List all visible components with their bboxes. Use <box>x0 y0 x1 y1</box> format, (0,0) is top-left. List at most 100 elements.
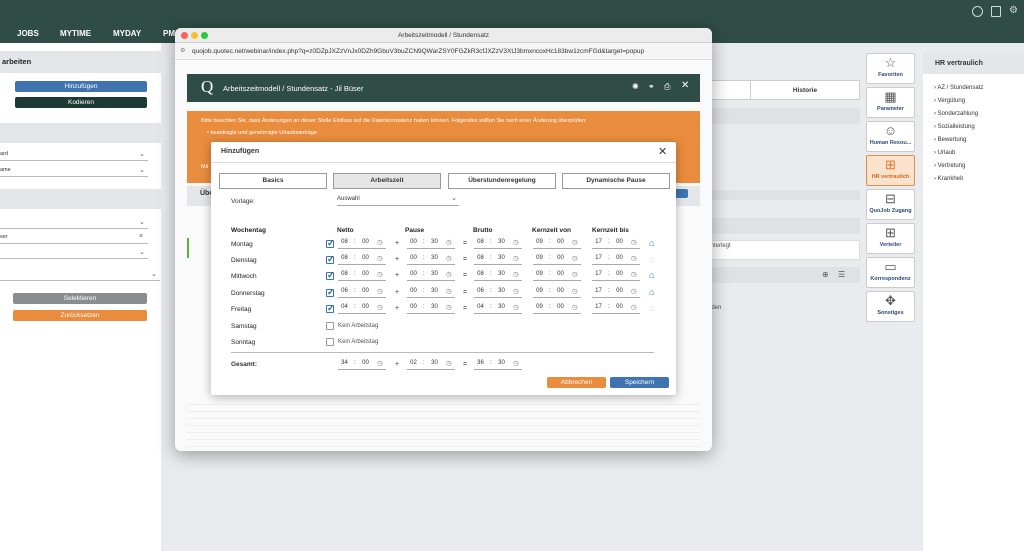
hr-menu-item-sonderzahlung[interactable]: › Sonderzahlung <box>934 108 983 121</box>
clock-icon[interactable]: ◷ <box>513 303 519 311</box>
list-icon[interactable]: ☰ <box>838 270 845 279</box>
clock-icon[interactable]: ◷ <box>572 287 578 295</box>
clock-icon[interactable]: ◷ <box>446 303 452 311</box>
pause-field[interactable]: 00:30 ◷ <box>407 239 455 249</box>
sidebar-item-favorites[interactable]: ☆ Favoriten <box>866 53 915 84</box>
clock-icon[interactable]: ◷ <box>572 303 578 311</box>
core-to-field[interactable]: 17:00 ◷ <box>592 288 640 298</box>
clock-icon[interactable]: ◷ <box>446 287 452 295</box>
core-to-field[interactable]: 17:00 ◷ <box>592 255 640 265</box>
core-to-field[interactable]: 17:00 ◷ <box>592 271 640 281</box>
clock-icon[interactable]: ◷ <box>377 254 383 262</box>
brutto-field[interactable]: 04:30 ◷ <box>474 304 522 314</box>
core-from-field[interactable]: 09:00 ◷ <box>533 255 581 265</box>
clock-icon[interactable]: ◷ <box>513 287 519 295</box>
sidebar-item-quojob-access[interactable]: ⊟ QuoJob Zugang <box>866 189 915 220</box>
clock-icon[interactable]: ◷ <box>572 238 578 246</box>
chevron-down-icon[interactable]: ⌄ <box>151 270 157 278</box>
cancel-button[interactable]: Abbrechen <box>547 377 606 388</box>
home-office-icon[interactable]: ⌂ <box>649 255 654 264</box>
day-checkbox[interactable] <box>326 322 334 330</box>
clock-icon[interactable]: ◷ <box>377 287 383 295</box>
hr-menu-item-verguetung[interactable]: › Vergütung <box>934 95 983 108</box>
hr-menu-item-bewertung[interactable]: › Bewertung <box>934 134 983 147</box>
home-office-icon[interactable]: ⌂ <box>649 271 654 280</box>
brutto-field[interactable]: 06:30 ◷ <box>474 288 522 298</box>
day-checkbox[interactable] <box>326 270 335 281</box>
left-field-3[interactable] <box>0 217 148 229</box>
chevron-down-icon[interactable]: ⌄ <box>139 248 145 256</box>
sidebar-item-hr-confidential[interactable]: ⊞ HR vertraulich <box>866 155 915 186</box>
clock-icon[interactable]: ◷ <box>631 303 637 311</box>
sidebar-item-human-resources[interactable]: ☺ Human Resou... <box>866 121 915 152</box>
nav-jobs[interactable]: JOBS <box>17 0 39 43</box>
history-button[interactable]: Historie <box>750 80 860 100</box>
sidebar-item-parameter[interactable]: ▦ Parameter <box>866 87 915 118</box>
left-field-4[interactable]: ser <box>0 232 148 244</box>
clock-icon[interactable]: ◷ <box>377 303 383 311</box>
settings-icon[interactable]: ⚙ <box>1009 5 1018 16</box>
calculator-icon[interactable] <box>991 6 1001 17</box>
day-checkbox[interactable] <box>326 287 335 298</box>
dialog-close-icon[interactable]: ✕ <box>658 145 667 158</box>
reset-button[interactable]: Zurücksetzen <box>13 310 147 321</box>
code-button[interactable]: Kodieren <box>15 97 147 108</box>
url-bar[interactable]: ⚙ quojob.quotec.net/webinar/index.php?q=… <box>175 43 712 60</box>
clock-icon[interactable]: ◷ <box>513 254 519 262</box>
left-field-1[interactable]: ard <box>0 149 148 161</box>
netto-field[interactable]: 04:00 ◷ <box>338 304 386 314</box>
clock-icon[interactable]: ◷ <box>377 238 383 246</box>
left-field-6[interactable] <box>0 269 160 281</box>
home-office-icon[interactable]: ⌂ <box>649 288 654 297</box>
save-button[interactable]: Speichern <box>610 377 669 388</box>
site-settings-icon[interactable]: ⚙ <box>180 43 185 60</box>
tab-ueberstundenregelung[interactable]: Überstundenregelung <box>448 173 556 189</box>
clock-icon[interactable]: ◷ <box>631 287 637 295</box>
clock-icon[interactable]: ◷ <box>446 238 452 246</box>
template-select[interactable]: Auswahl ⌄ <box>337 195 459 206</box>
hr-menu-item-sozialleistung[interactable]: › Sozialleistung <box>934 121 983 134</box>
add-button[interactable]: Hinzufügen <box>15 81 147 92</box>
left-field-5[interactable] <box>0 247 148 259</box>
nav-pm[interactable]: PM <box>163 0 175 43</box>
clock-icon[interactable]: ◷ <box>631 254 637 262</box>
select-button[interactable]: Selektieren <box>13 293 147 304</box>
link-icon[interactable]: ⚭ <box>648 82 655 91</box>
netto-field[interactable]: 08:00 ◷ <box>338 271 386 281</box>
hr-menu-item-vertretung[interactable]: › Vertretung <box>934 160 983 173</box>
core-from-field[interactable]: 09:00 ◷ <box>533 239 581 249</box>
clock-icon[interactable]: ◷ <box>446 270 452 278</box>
pause-field[interactable]: 00:30 ◷ <box>407 255 455 265</box>
hr-menu-item-urlaub[interactable]: › Urlaub <box>934 147 983 160</box>
core-to-field[interactable]: 17:00 ◷ <box>592 239 640 249</box>
clock-icon[interactable]: ◷ <box>572 270 578 278</box>
bug-icon[interactable]: ✺ <box>632 82 639 91</box>
brutto-field[interactable]: 08:30 ◷ <box>474 255 522 265</box>
close-icon[interactable]: ✕ <box>681 80 689 91</box>
pause-field[interactable]: 00:30 ◷ <box>407 288 455 298</box>
pause-field[interactable]: 00:30 ◷ <box>407 304 455 314</box>
chevron-down-icon[interactable]: ⌄ <box>139 166 145 174</box>
minimize-window-button[interactable] <box>191 32 198 39</box>
sidebar-item-correspondence[interactable]: ▭ Korrespondenz <box>866 257 915 288</box>
netto-field[interactable]: 06:00 ◷ <box>338 288 386 298</box>
maximize-window-button[interactable] <box>201 32 208 39</box>
netto-field[interactable]: 08:00 ◷ <box>338 239 386 249</box>
nav-mytime[interactable]: MYTIME <box>60 0 91 43</box>
clock-icon[interactable]: ◷ <box>572 254 578 262</box>
clear-icon[interactable]: × <box>139 233 143 240</box>
clock-icon[interactable]: ◷ <box>513 238 519 246</box>
brutto-field[interactable]: 08:30 ◷ <box>474 239 522 249</box>
close-window-button[interactable] <box>181 32 188 39</box>
clock-icon[interactable]: ◷ <box>631 270 637 278</box>
day-checkbox[interactable] <box>326 238 335 249</box>
home-office-icon[interactable]: ⌂ <box>649 304 654 313</box>
add-circle-icon[interactable]: ⊕ <box>822 270 829 279</box>
print-icon[interactable]: ⎙ <box>664 82 670 92</box>
core-to-field[interactable]: 17:00 ◷ <box>592 304 640 314</box>
left-field-2[interactable]: ame <box>0 165 148 177</box>
chevron-down-icon[interactable]: ⌄ <box>139 150 145 158</box>
clock-icon[interactable]: ◷ <box>513 270 519 278</box>
sidebar-item-distributor[interactable]: ⊞ Verteiler <box>866 223 915 254</box>
netto-field[interactable]: 08:00 ◷ <box>338 255 386 265</box>
